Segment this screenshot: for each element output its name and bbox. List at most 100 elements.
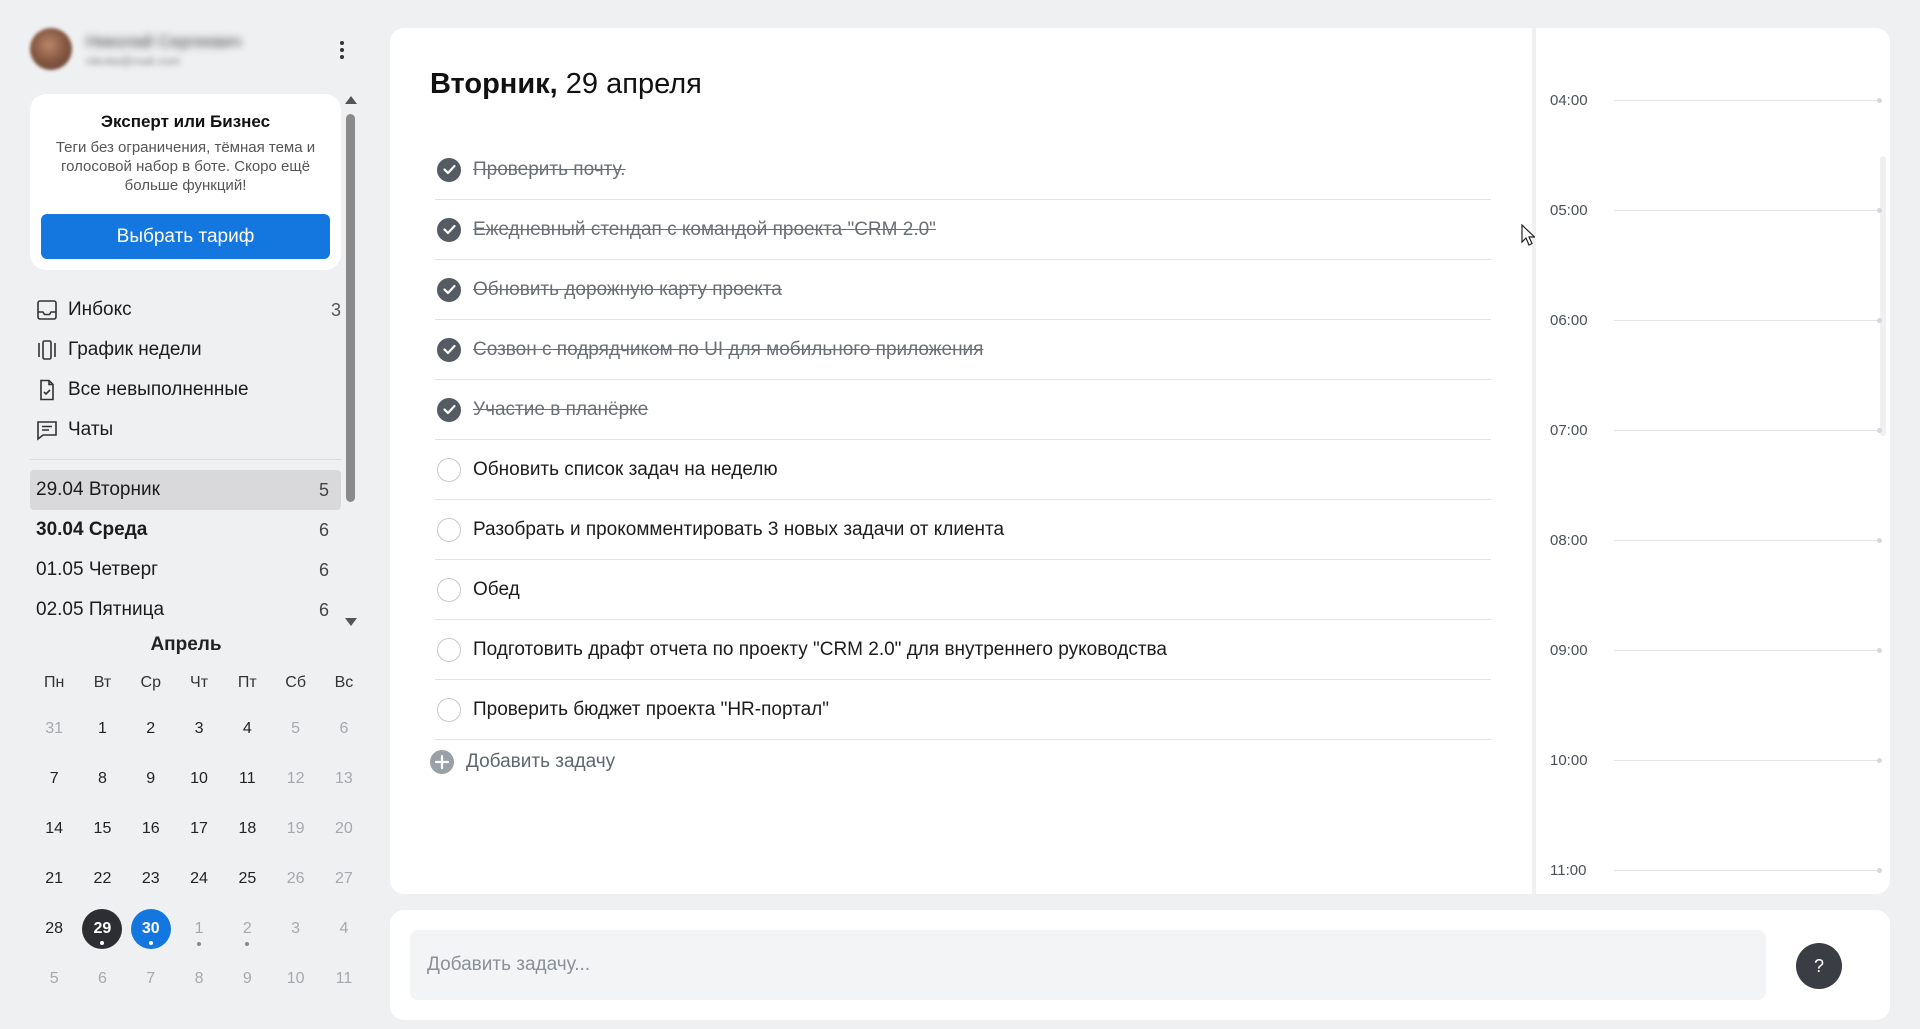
task-text[interactable]: Разобрать и прокомментировать 3 новых за… bbox=[473, 519, 1004, 541]
task-text[interactable]: Созвон с подрядчиком по UI для мобильног… bbox=[473, 339, 983, 361]
task-row[interactable]: Разобрать и прокомментировать 3 новых за… bbox=[435, 500, 1491, 560]
calendar-day[interactable]: 24 bbox=[175, 854, 223, 904]
timeline-hour[interactable]: 07:00 bbox=[1550, 420, 1882, 440]
task-text[interactable]: Подготовить драфт отчета по проекту "CRM… bbox=[473, 639, 1167, 661]
calendar-day[interactable]: 15 bbox=[78, 804, 126, 854]
task-text[interactable]: Участие в планёрке bbox=[473, 399, 648, 421]
calendar-day[interactable]: 3 bbox=[271, 904, 319, 954]
task-text[interactable]: Обед bbox=[473, 579, 520, 601]
calendar-day[interactable]: 1 bbox=[175, 904, 223, 954]
scroll-up-icon[interactable] bbox=[345, 96, 357, 104]
calendar-day[interactable]: 2 bbox=[223, 904, 271, 954]
calendar-day[interactable]: 14 bbox=[30, 804, 78, 854]
add-task-button[interactable]: Добавить задачу bbox=[430, 750, 615, 774]
sidebar-item-chats[interactable]: Чаты bbox=[30, 410, 341, 450]
quick-add-task-input[interactable] bbox=[410, 930, 1766, 1000]
task-row[interactable]: Ежедневный стендап с командой проекта "C… bbox=[435, 200, 1491, 260]
calendar-day[interactable]: 21 bbox=[30, 854, 78, 904]
day-timeline[interactable]: 04:00 05:00 06:00 07:00 08:00 09:00 10:00 11:00 bbox=[1532, 28, 1890, 894]
task-row[interactable]: Подготовить драфт отчета по проекту "CRM… bbox=[435, 620, 1491, 680]
calendar-day[interactable]: 9 bbox=[223, 954, 271, 1004]
task-row[interactable]: Обновить список задач на неделю bbox=[435, 440, 1491, 500]
unchecked-circle-icon[interactable] bbox=[437, 697, 461, 722]
choose-plan-button[interactable]: Выбрать тариф bbox=[41, 214, 330, 259]
task-text[interactable]: Обновить список задач на неделю bbox=[473, 459, 778, 481]
checked-circle-icon[interactable] bbox=[437, 157, 461, 182]
timeline-hour[interactable]: 04:00 bbox=[1550, 90, 1882, 110]
calendar-day[interactable]: 27 bbox=[320, 854, 368, 904]
task-text[interactable]: Ежедневный стендап с командой проекта "C… bbox=[473, 219, 936, 241]
calendar-day[interactable]: 31 bbox=[30, 704, 78, 754]
calendar-day[interactable]: 7 bbox=[127, 954, 175, 1004]
sidebar-item-week-schedule[interactable]: График недели bbox=[30, 330, 341, 370]
calendar-day[interactable]: 2 bbox=[127, 704, 175, 754]
unchecked-circle-icon[interactable] bbox=[437, 517, 461, 542]
unchecked-circle-icon[interactable] bbox=[437, 577, 461, 602]
calendar-day[interactable]: 16 bbox=[127, 804, 175, 854]
timeline-hour[interactable]: 05:00 bbox=[1550, 200, 1882, 220]
calendar-day[interactable]: 8 bbox=[78, 754, 126, 804]
calendar-day[interactable]: 23 bbox=[127, 854, 175, 904]
calendar-day[interactable]: 4 bbox=[223, 704, 271, 754]
help-button[interactable]: ? bbox=[1796, 943, 1842, 989]
day-item-0105[interactable]: 01.05 Четверг 6 bbox=[30, 550, 341, 590]
calendar-day[interactable]: 3 bbox=[175, 704, 223, 754]
checked-circle-icon[interactable] bbox=[437, 337, 461, 362]
timeline-hour[interactable]: 09:00 bbox=[1550, 640, 1882, 660]
calendar-day[interactable]: 1 bbox=[78, 704, 126, 754]
day-item-3004[interactable]: 30.04 Среда 6 bbox=[30, 510, 341, 550]
checked-circle-icon[interactable] bbox=[437, 217, 461, 242]
calendar-day[interactable]: 18 bbox=[223, 804, 271, 854]
calendar-day[interactable]: 13 bbox=[320, 754, 368, 804]
scroll-down-icon[interactable] bbox=[345, 618, 357, 626]
unchecked-circle-icon[interactable] bbox=[437, 637, 461, 662]
task-row[interactable]: Обновить дорожную карту проекта bbox=[435, 260, 1491, 320]
calendar-day[interactable]: 22 bbox=[78, 854, 126, 904]
checked-circle-icon[interactable] bbox=[437, 397, 461, 422]
task-row[interactable]: Созвон с подрядчиком по UI для мобильног… bbox=[435, 320, 1491, 380]
more-options-icon[interactable] bbox=[330, 38, 354, 62]
calendar-day[interactable]: 20 bbox=[320, 804, 368, 854]
calendar-day[interactable]: 7 bbox=[30, 754, 78, 804]
task-row[interactable]: Проверить бюджет проекта "HR-портал" bbox=[435, 680, 1491, 740]
calendar-day-selected[interactable]: 30 bbox=[127, 904, 175, 954]
calendar-day[interactable]: 9 bbox=[127, 754, 175, 804]
calendar-day[interactable]: 11 bbox=[223, 754, 271, 804]
calendar-day[interactable]: 10 bbox=[175, 754, 223, 804]
calendar-day[interactable]: 12 bbox=[271, 754, 319, 804]
unchecked-circle-icon[interactable] bbox=[437, 457, 461, 482]
sidebar-scrollbar[interactable] bbox=[343, 96, 357, 626]
calendar-day[interactable]: 26 bbox=[271, 854, 319, 904]
calendar-day[interactable]: 6 bbox=[320, 704, 368, 754]
calendar-day[interactable]: 10 bbox=[271, 954, 319, 1004]
task-text[interactable]: Обновить дорожную карту проекта bbox=[473, 279, 782, 301]
calendar-day[interactable]: 5 bbox=[271, 704, 319, 754]
sidebar-item-inbox[interactable]: Инбокс 3 bbox=[30, 290, 341, 330]
calendar-day[interactable]: 25 bbox=[223, 854, 271, 904]
checked-circle-icon[interactable] bbox=[437, 277, 461, 302]
day-item-2904[interactable]: 29.04 Вторник 5 bbox=[30, 470, 341, 510]
calendar-day[interactable]: 28 bbox=[30, 904, 78, 954]
timeline-hour[interactable]: 10:00 bbox=[1550, 750, 1882, 770]
sidebar-item-all-incomplete[interactable]: Все невыполненные bbox=[30, 370, 341, 410]
task-row[interactable]: Участие в планёрке bbox=[435, 380, 1491, 440]
calendar-day[interactable]: 5 bbox=[30, 954, 78, 1004]
calendar-day[interactable]: 6 bbox=[78, 954, 126, 1004]
calendar-day[interactable]: 19 bbox=[271, 804, 319, 854]
task-text[interactable]: Проверить бюджет проекта "HR-портал" bbox=[473, 699, 829, 721]
timeline-hour[interactable]: 08:00 bbox=[1550, 530, 1882, 550]
task-row[interactable]: Проверить почту. bbox=[435, 140, 1491, 200]
task-text[interactable]: Проверить почту. bbox=[473, 159, 625, 181]
timeline-hour[interactable]: 11:00 bbox=[1550, 860, 1882, 880]
calendar-day[interactable]: 17 bbox=[175, 804, 223, 854]
calendar-day-today[interactable]: 29 bbox=[78, 904, 126, 954]
calendar-day[interactable]: 11 bbox=[320, 954, 368, 1004]
calendar-day[interactable]: 8 bbox=[175, 954, 223, 1004]
timeline-scrollbar[interactable] bbox=[1880, 156, 1886, 436]
task-row[interactable]: Обед bbox=[435, 560, 1491, 620]
user-profile[interactable]: Николай Сергеевич nikolai@mail.com bbox=[30, 28, 360, 72]
calendar-day[interactable]: 4 bbox=[320, 904, 368, 954]
avatar[interactable] bbox=[30, 28, 72, 70]
timeline-hour[interactable]: 06:00 bbox=[1550, 310, 1882, 330]
day-item-0205[interactable]: 02.05 Пятница 6 bbox=[30, 590, 341, 624]
